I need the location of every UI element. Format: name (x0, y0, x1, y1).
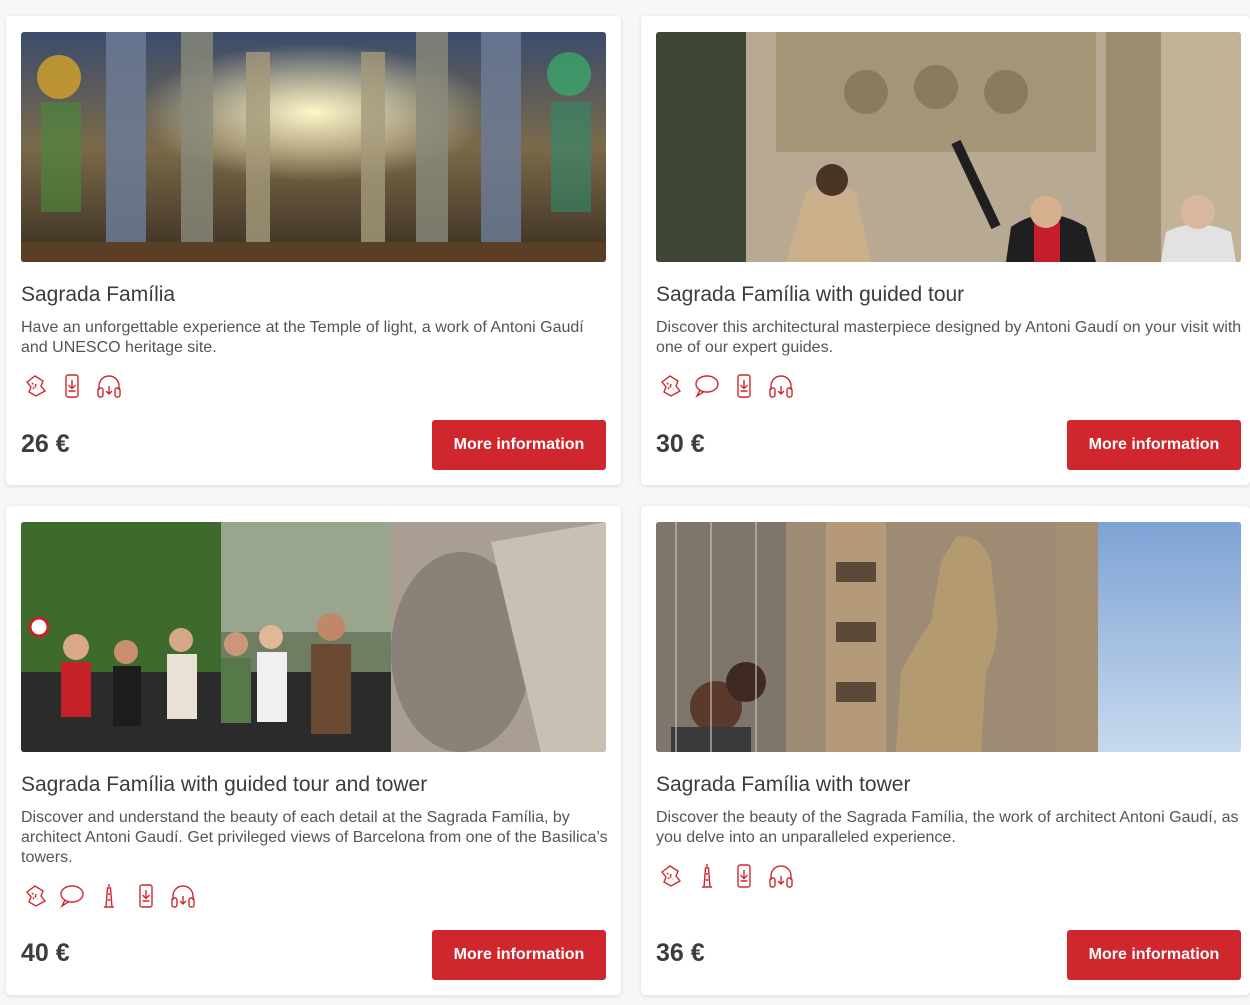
tour-photo[interactable] (656, 522, 1241, 752)
tour-description: Discover this architectural masterpiece … (656, 319, 1242, 356)
audioguide-icon (95, 372, 123, 400)
ticket-icon (21, 882, 49, 910)
tour-title: Sagrada Família (21, 283, 176, 306)
mobile-download-icon (730, 862, 758, 890)
feature-icons (21, 371, 123, 401)
feature-icons (656, 861, 795, 891)
mobile-download-icon (58, 372, 86, 400)
tour-card: Sagrada Família Have an unforgettable ex… (6, 16, 621, 485)
audioguide-icon (767, 372, 795, 400)
tour-description: Discover and understand the beauty of ea… (21, 809, 608, 866)
price: 30 € (656, 430, 705, 458)
feature-icons (21, 881, 197, 911)
audioguide-icon (169, 882, 197, 910)
price: 40 € (21, 939, 70, 967)
more-information-button[interactable]: More information (1067, 930, 1241, 980)
feature-icons (656, 371, 795, 401)
tour-title: Sagrada Família with guided tour (656, 283, 965, 306)
more-information-button[interactable]: More information (432, 420, 606, 470)
ticket-icon (21, 372, 49, 400)
ticket-icon (656, 372, 684, 400)
tower-icon (693, 862, 721, 890)
tour-title: Sagrada Família with tower (656, 773, 911, 796)
speech-bubble-icon (58, 882, 86, 910)
ticket-icon (656, 862, 684, 890)
speech-bubble-icon (693, 372, 721, 400)
tour-card: Sagrada Família with guided tour Discove… (641, 16, 1250, 485)
price: 36 € (656, 939, 705, 967)
more-information-button[interactable]: More information (1067, 420, 1241, 470)
more-information-button[interactable]: More information (432, 930, 606, 980)
tour-photo[interactable] (656, 32, 1241, 262)
tower-icon (95, 882, 123, 910)
tour-card: Sagrada Família with guided tour and tow… (6, 506, 621, 995)
mobile-download-icon (730, 372, 758, 400)
tour-description: Have an unforgettable experience at the … (21, 319, 584, 356)
tour-description: Discover the beauty of the Sagrada Famíl… (656, 809, 1239, 846)
tour-title: Sagrada Família with guided tour and tow… (21, 773, 428, 796)
tour-card: Sagrada Família with tower Discover the … (641, 506, 1250, 995)
tour-photo[interactable] (21, 32, 606, 262)
tour-photo[interactable] (21, 522, 606, 752)
mobile-download-icon (132, 882, 160, 910)
price: 26 € (21, 430, 70, 458)
audioguide-icon (767, 862, 795, 890)
tour-card-grid: Sagrada Família Have an unforgettable ex… (0, 0, 1250, 1005)
